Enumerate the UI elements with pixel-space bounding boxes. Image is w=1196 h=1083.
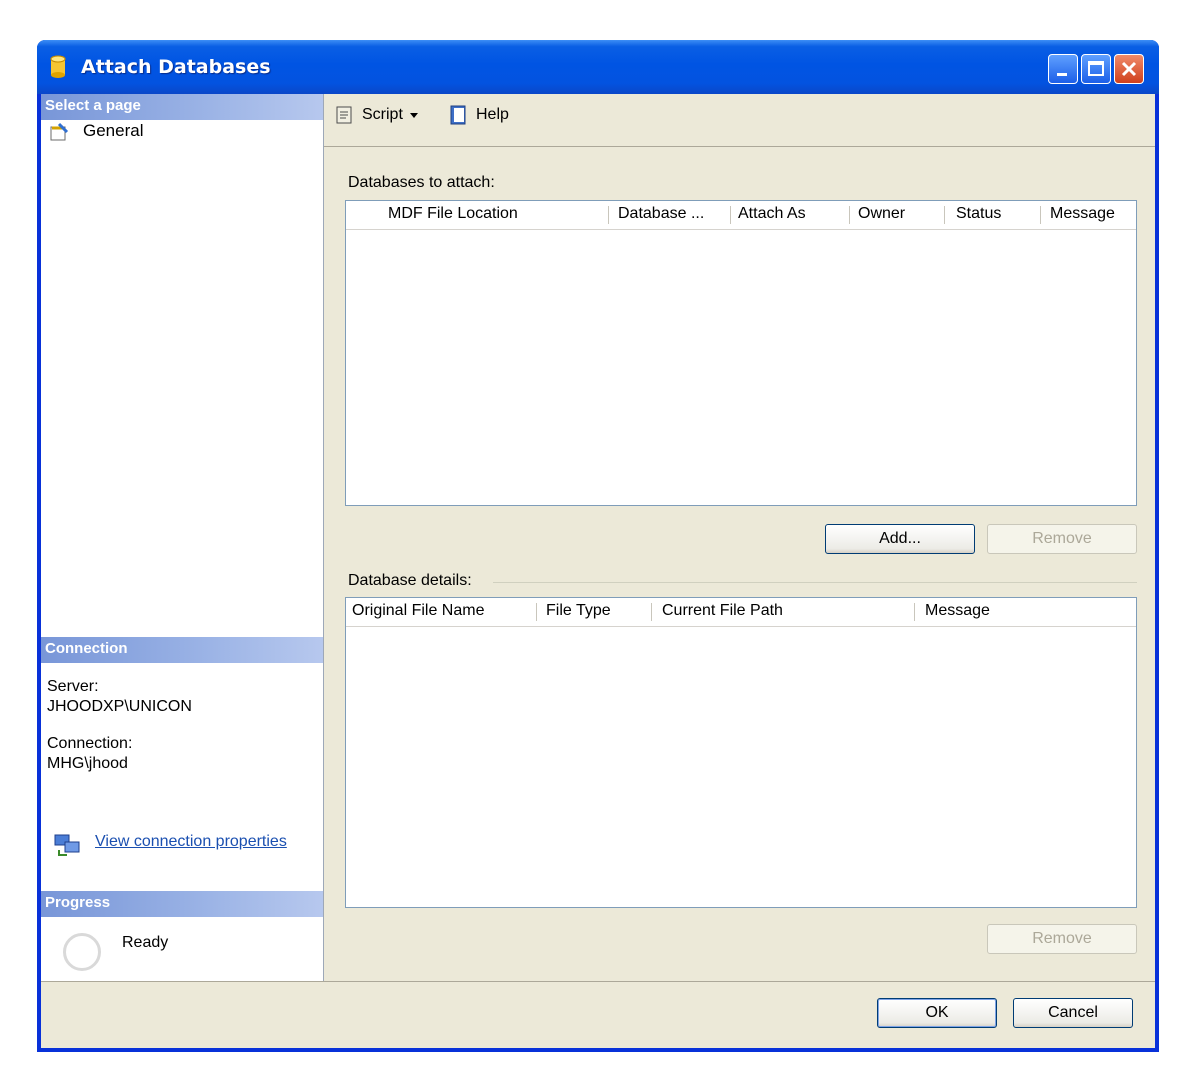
connection-header: Connection xyxy=(41,637,323,663)
add-button[interactable]: Add... xyxy=(825,524,975,554)
toolbar-divider xyxy=(324,146,1155,147)
server-label: Server: xyxy=(47,678,99,695)
toolbar: Script Help xyxy=(324,94,1155,146)
progress-header: Progress xyxy=(41,891,323,917)
details-grid-header: Original File Name File Type Current Fil… xyxy=(346,598,1136,627)
footer-divider xyxy=(41,981,1155,982)
help-button[interactable]: Help xyxy=(448,104,509,126)
general-page-icon xyxy=(50,122,69,141)
help-icon xyxy=(450,105,466,125)
databases-to-attach-caption: Databases to attach: xyxy=(348,174,495,191)
column-separator xyxy=(944,206,945,224)
server-value: JHOODXP\UNICON xyxy=(47,698,192,715)
title-bar[interactable]: Attach Databases xyxy=(37,40,1159,94)
databases-to-attach-grid[interactable]: MDF File Location Database ... Attach As… xyxy=(345,200,1137,506)
progress-spinner-icon xyxy=(63,933,101,971)
database-details-caption: Database details: xyxy=(348,572,472,589)
select-page-header: Select a page xyxy=(41,94,323,120)
column-database[interactable]: Database ... xyxy=(618,205,704,223)
column-separator xyxy=(1040,206,1041,224)
database-icon xyxy=(50,55,66,78)
column-message[interactable]: Message xyxy=(1050,205,1115,223)
details-group-line xyxy=(493,582,1137,583)
column-owner[interactable]: Owner xyxy=(858,205,905,223)
view-connection-properties-link[interactable]: View connection properties xyxy=(95,833,287,851)
attach-databases-window: Attach Databases Select a page General C… xyxy=(37,40,1159,1052)
window-title: Attach Databases xyxy=(81,56,271,78)
column-separator xyxy=(536,603,537,621)
cancel-button[interactable]: Cancel xyxy=(1013,998,1133,1028)
column-status[interactable]: Status xyxy=(956,205,1001,223)
minimize-icon xyxy=(1057,73,1067,76)
column-separator xyxy=(608,206,609,224)
attach-grid-header: MDF File Location Database ... Attach As… xyxy=(346,201,1136,230)
progress-status: Ready xyxy=(122,934,169,951)
column-separator xyxy=(651,603,652,621)
column-original-file-name[interactable]: Original File Name xyxy=(352,602,484,620)
connection-label: Connection: xyxy=(47,735,133,752)
close-icon xyxy=(1121,61,1137,77)
maximize-icon xyxy=(1088,61,1104,76)
script-label: Script xyxy=(362,106,403,123)
maximize-button[interactable] xyxy=(1081,54,1111,84)
minimize-button[interactable] xyxy=(1048,54,1078,84)
column-details-message[interactable]: Message xyxy=(925,602,990,620)
remove-attach-button[interactable]: Remove xyxy=(987,524,1137,554)
remove-details-button[interactable]: Remove xyxy=(987,924,1137,954)
column-attach-as[interactable]: Attach As xyxy=(738,205,806,223)
page-item-general[interactable]: General xyxy=(83,121,143,141)
column-file-type[interactable]: File Type xyxy=(546,602,611,620)
column-mdf-file-location[interactable]: MDF File Location xyxy=(388,205,518,223)
script-button[interactable]: Script xyxy=(334,104,419,126)
database-details-grid[interactable]: Original File Name File Type Current Fil… xyxy=(345,597,1137,908)
close-button[interactable] xyxy=(1114,54,1144,84)
connection-properties-icon xyxy=(54,834,80,856)
script-icon xyxy=(336,106,352,124)
help-label: Help xyxy=(476,106,509,123)
left-panel: Select a page General Connection Server:… xyxy=(41,94,324,981)
ok-button[interactable]: OK xyxy=(877,998,997,1028)
column-separator xyxy=(914,603,915,621)
page-item-general-label: General xyxy=(83,121,144,140)
chevron-down-icon xyxy=(409,113,418,118)
dialog-client: Select a page General Connection Server:… xyxy=(41,94,1155,1048)
connection-value: MHG\jhood xyxy=(47,755,128,772)
column-separator xyxy=(730,206,731,224)
column-current-file-path[interactable]: Current File Path xyxy=(662,602,783,620)
column-separator xyxy=(849,206,850,224)
